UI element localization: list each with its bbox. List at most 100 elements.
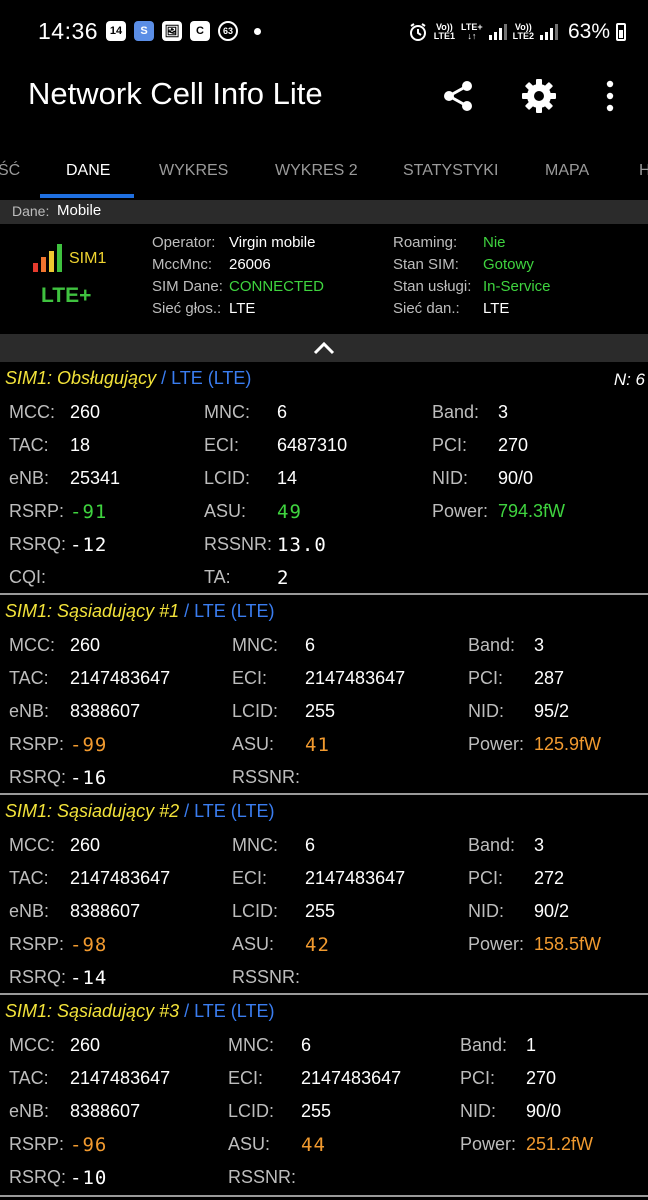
tab-dane[interactable]: DANE <box>66 162 110 180</box>
call-notification-icon: C <box>190 21 210 41</box>
tab-statystyki[interactable]: STATYSTYKI <box>403 162 498 180</box>
neighbor-2-tac: TAC: 2147483647 <box>9 868 171 888</box>
neighbor-cell-3-title: SIM1: Sąsiadujący #3 / LTE (LTE) <box>5 1001 275 1021</box>
neighbor-3-pci: PCI: 270 <box>460 1068 557 1088</box>
serving-power: Power: 794.3fW <box>432 501 566 521</box>
neighbor-2-rsrq: RSRQ: -14 <box>9 967 108 989</box>
neighbor-3-asu: ASU: 44 <box>228 1134 326 1156</box>
neighbor-1-nid: NID: 95/2 <box>468 701 570 721</box>
chevron-up-icon[interactable] <box>313 341 335 355</box>
tab-partial-left[interactable]: ŚĆ <box>0 162 20 180</box>
neighbor-cell-2-title: SIM1: Sąsiadujący #2 / LTE (LTE) <box>5 801 275 821</box>
status-right-icons: Vo)) LTE1 LTE+ ↓↑ Vo)) LTE2 63% <box>408 20 626 44</box>
serving-nid: NID: 90/0 <box>432 468 534 488</box>
serving-eci: ECI: 6487310 <box>204 435 348 455</box>
info-voice-network: Sieć głos.: LTE <box>152 300 256 317</box>
neighbor-1-mcc: MCC: 260 <box>9 635 101 655</box>
serving-rsrq: RSRQ: -12 <box>9 534 108 556</box>
neighbor-1-enb: eNB: 8388607 <box>9 701 141 721</box>
data-source-bar: Dane: Mobile <box>0 200 648 224</box>
info-sim-state: Stan SIM: Gotowy <box>393 256 534 273</box>
neighbor-3-nid: NID: 90/0 <box>460 1101 562 1121</box>
info-data-network: Sieć dan.: LTE <box>393 300 510 317</box>
serving-lcid: LCID: 14 <box>204 468 298 488</box>
neighbor-2-rsrp: RSRP: -98 <box>9 934 108 956</box>
tab-mapa[interactable]: MAPA <box>545 162 589 180</box>
alarm-icon <box>409 23 426 41</box>
tab-wykres[interactable]: WYKRES <box>159 162 228 180</box>
app-s-notification-icon: S <box>134 21 154 41</box>
info-service-state: Stan usługi: In-Service <box>393 278 551 295</box>
serving-band: Band: 3 <box>432 402 509 422</box>
sim2-signal-icon <box>539 24 558 40</box>
neighbor-1-lcid: LCID: 255 <box>232 701 336 721</box>
neighbor-1-asu: ASU: 41 <box>232 734 330 756</box>
neighbor-cell-1-section: SIM1: Sąsiadujący #1 / LTE (LTE) MCC: 260… <box>0 595 648 793</box>
neighbor-1-band: Band: 3 <box>468 635 545 655</box>
neighbor-2-lcid: LCID: 255 <box>232 901 336 921</box>
neighbor-2-nid: NID: 90/2 <box>468 901 570 921</box>
sim-label: SIM1 <box>69 250 107 267</box>
neighbor-2-band: Band: 3 <box>468 835 545 855</box>
serving-mcc: MCC: 260 <box>9 402 101 422</box>
tab-wykres-2[interactable]: WYKRES 2 <box>275 162 358 180</box>
neighbor-3-rsrq: RSRQ: -10 <box>9 1167 108 1189</box>
data-source-value: Mobile <box>57 202 102 219</box>
neighbor-1-tac: TAC: 2147483647 <box>9 668 171 688</box>
neighbor-3-mnc: MNC: 6 <box>228 1035 312 1055</box>
neighbor-3-rsrp: RSRP: -96 <box>9 1134 108 1156</box>
gear-icon[interactable] <box>519 76 559 116</box>
info-roaming: Roaming: Nie <box>393 234 506 251</box>
neighbor-cell-1-title: SIM1: Sąsiadujący #1 / LTE (LTE) <box>5 601 275 621</box>
calendar-notification-icon: 14 <box>106 21 126 41</box>
neighbor-2-rssnr: RSSNR: <box>232 967 301 987</box>
serving-rsrp: RSRP: -91 <box>9 501 108 523</box>
share-icon[interactable] <box>438 76 478 116</box>
serving-enb: eNB: 25341 <box>9 468 121 488</box>
tab-indicator <box>40 194 134 198</box>
serving-cqi: CQI: <box>9 567 47 587</box>
neighbor-3-mcc: MCC: 260 <box>9 1035 101 1055</box>
signal-bars-icon <box>33 244 62 272</box>
neighbor-2-mnc: MNC: 6 <box>232 835 316 855</box>
serving-tac: TAC: 18 <box>9 435 91 455</box>
serving-mnc: MNC: 6 <box>204 402 288 422</box>
sim1-lte-indicator: LTE+ ↓↑ <box>461 22 483 41</box>
neighbor-2-enb: eNB: 8388607 <box>9 901 141 921</box>
serving-rssnr: RSSNR: 13.0 <box>204 534 327 556</box>
neighbor-3-lcid: LCID: 255 <box>228 1101 332 1121</box>
network-type: LTE+ <box>41 284 92 307</box>
neighbor-2-power: Power: 158.5fW <box>468 934 602 954</box>
more-notifications-dot <box>254 28 261 35</box>
serving-ta: TA: 2 <box>204 567 290 589</box>
sim1-signal-icon <box>488 24 507 40</box>
battery-percent: 63% <box>567 20 610 43</box>
sim2-volte-indicator: Vo)) LTE2 <box>512 22 534 41</box>
neighbor-1-mnc: MNC: 6 <box>232 635 316 655</box>
neighbor-1-rsrp: RSRP: -99 <box>9 734 108 756</box>
neighbor-2-asu: ASU: 42 <box>232 934 330 956</box>
status-bar: 14:36 14 S 🖼 C 63 Vo)) LTE1 LTE+ ↓↑ Vo))… <box>0 0 648 64</box>
serving-asu: ASU: 49 <box>204 501 302 523</box>
neighbor-cell-3-section: SIM1: Sąsiadujący #3 / LTE (LTE) MCC: 260… <box>0 995 648 1195</box>
serving-cell-title: SIM1: Obsługujący / LTE (LTE) <box>5 368 252 388</box>
status-time: 14:36 <box>38 18 99 44</box>
neighbor-3-enb: eNB: 8388607 <box>9 1101 141 1121</box>
data-source-label: Dane: <box>12 203 50 219</box>
neighbor-3-power: Power: 251.2fW <box>460 1134 594 1154</box>
gallery-notification-icon: 🖼 <box>162 21 182 41</box>
info-operator: Operator: Virgin mobile <box>152 234 316 251</box>
more-vert-icon[interactable] <box>590 76 630 116</box>
tab-partial-right[interactable]: H <box>639 162 648 180</box>
neighbor-1-rssnr: RSSNR: <box>232 767 301 787</box>
info-sim-data: SIM Dane: CONNECTED <box>152 278 325 295</box>
sim1-volte-indicator: Vo)) LTE1 <box>433 22 456 41</box>
neighbor-1-rsrq: RSRQ: -16 <box>9 767 108 789</box>
neighbor-3-tac: TAC: 2147483647 <box>9 1068 171 1088</box>
neighbor-3-band: Band: 1 <box>460 1035 537 1055</box>
neighbor-3-eci: ECI: 2147483647 <box>228 1068 402 1088</box>
neighbor-3-rssnr: RSSNR: <box>228 1167 297 1187</box>
section-divider <box>0 1195 648 1197</box>
collapse-bar[interactable] <box>0 334 648 362</box>
serving-pci: PCI: 270 <box>432 435 529 455</box>
